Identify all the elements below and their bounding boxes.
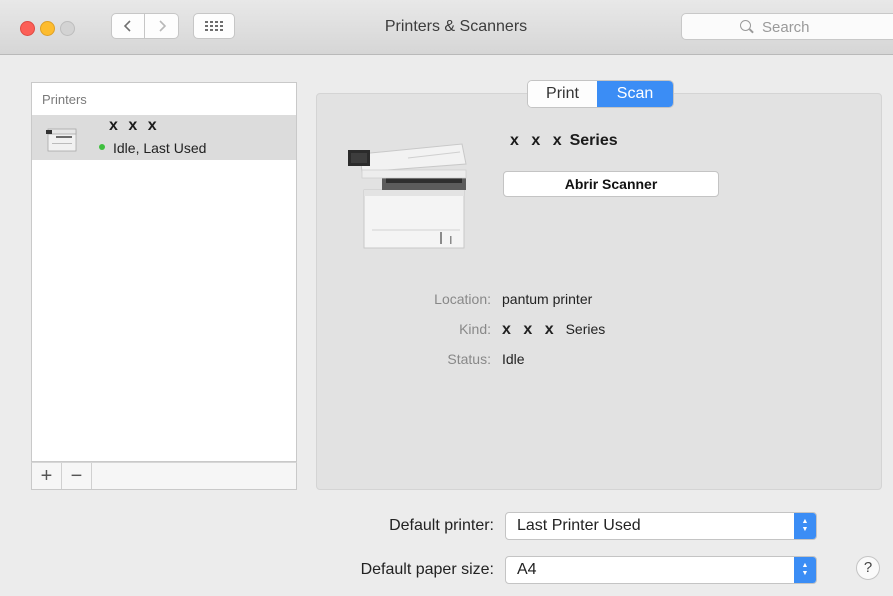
open-scanner-button[interactable]: Abrir Scanner: [503, 171, 719, 197]
default-printer-label: Default printer:: [389, 517, 494, 534]
printers-list: Printers x x x Idle, Last Used: [31, 82, 297, 462]
printer-thumbnail-icon: [46, 128, 77, 152]
grid-icon: [205, 21, 223, 31]
printer-status: Idle, Last Used: [113, 140, 207, 156]
default-printer-select[interactable]: Last Printer Used ▲ ▼: [505, 512, 817, 540]
device-masked-name: x x x: [510, 132, 566, 149]
printers-scanners-window: Printers & Scanners Printers x x x Idle,…: [0, 0, 893, 596]
tab-print[interactable]: Print: [528, 81, 597, 107]
window-title: Printers & Scanners: [384, 18, 528, 35]
tab-scan[interactable]: Scan: [597, 81, 673, 107]
minimize-window-button[interactable]: [40, 21, 55, 36]
location-value: pantum printer: [502, 291, 593, 307]
printer-list-item[interactable]: x x x Idle, Last Used: [32, 115, 296, 160]
search-input[interactable]: [762, 18, 892, 36]
printers-list-header: Printers: [42, 92, 87, 107]
default-paper-size-select[interactable]: A4 ▲ ▼: [505, 556, 817, 584]
kind-label: Kind:: [459, 321, 491, 337]
default-paper-size-label: Default paper size:: [360, 561, 494, 578]
print-scan-segmented-control: Print Scan: [527, 80, 674, 108]
chevron-right-icon: [158, 20, 166, 32]
printer-image: [348, 143, 467, 249]
select-stepper-icon: ▲ ▼: [794, 557, 816, 583]
zoom-window-button[interactable]: [60, 21, 75, 36]
help-button[interactable]: ?: [856, 556, 880, 580]
remove-printer-button[interactable]: −: [62, 463, 92, 489]
show-all-button[interactable]: [193, 13, 235, 39]
printers-list-footer: + −: [31, 462, 297, 490]
search-icon: [740, 20, 751, 31]
default-paper-size-value: A4: [517, 561, 537, 578]
select-stepper-icon: ▲ ▼: [794, 513, 816, 539]
printer-name: x x x: [109, 117, 160, 134]
status-dot-icon: [99, 144, 105, 150]
close-window-button[interactable]: [20, 21, 35, 36]
kind-value: x x x Series: [502, 321, 605, 339]
status-value: Idle: [502, 351, 525, 367]
status-label: Status:: [447, 351, 491, 367]
default-printer-value: Last Printer Used: [517, 517, 641, 534]
device-series-title: x x x Series: [510, 132, 618, 150]
kind-masked-name: x x x: [502, 321, 558, 338]
kind-series-label: Series: [565, 321, 606, 337]
add-printer-button[interactable]: +: [32, 463, 62, 489]
back-button[interactable]: [111, 13, 145, 39]
title-bar: Printers & Scanners: [0, 0, 893, 55]
device-series-label: Series: [569, 132, 618, 149]
chevron-left-icon: [123, 20, 131, 32]
location-label: Location:: [434, 291, 491, 307]
forward-button[interactable]: [145, 13, 179, 39]
search-field[interactable]: [681, 13, 893, 40]
